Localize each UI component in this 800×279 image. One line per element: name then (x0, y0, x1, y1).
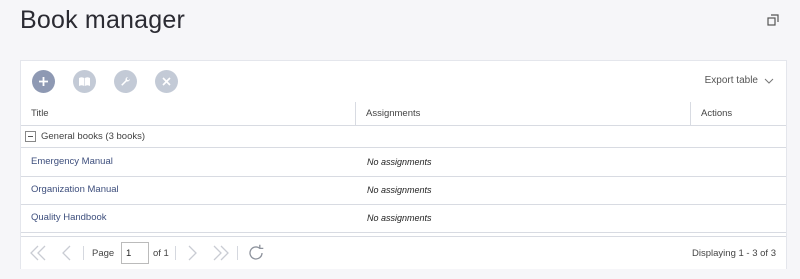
add-book-button[interactable] (32, 70, 55, 93)
close-icon (162, 77, 171, 86)
toolbar: Export table (21, 61, 786, 101)
page-label: Page (92, 248, 115, 259)
group-row-general-books: General books (3 books) (21, 126, 786, 148)
delete-button[interactable] (155, 70, 178, 93)
settings-button[interactable] (114, 70, 137, 93)
page-title: Book manager (20, 6, 185, 34)
last-page-icon[interactable] (212, 244, 230, 262)
book-title-link[interactable]: Organization Manual (31, 177, 119, 203)
previous-page-icon[interactable] (58, 244, 76, 262)
export-table-label: Export table (704, 75, 758, 86)
page-count-label: of 1 (153, 248, 169, 259)
pager-separator (237, 246, 238, 260)
displaying-count: Displaying 1 - 3 of 3 (692, 248, 776, 259)
book-grid-panel: Export table Title Assignments Actions G… (20, 60, 787, 269)
books-button[interactable] (73, 70, 96, 93)
grid-header: Title Assignments Actions (21, 102, 786, 126)
books-icon (79, 77, 90, 86)
pagination-bar: Page of 1 Displaying 1 - 3 of 3 (21, 236, 786, 269)
export-table-button[interactable]: Export table (705, 75, 774, 86)
expand-window-icon[interactable] (767, 14, 779, 26)
assignments-cell: No assignments (367, 185, 432, 195)
book-title-link[interactable]: Emergency Manual (31, 149, 113, 175)
table-row[interactable]: Quality Handbook No assignments (21, 205, 786, 233)
assignments-cell: No assignments (367, 157, 432, 167)
collapse-toggle-icon[interactable] (25, 131, 36, 142)
plus-icon (39, 77, 48, 86)
book-title-link[interactable]: Quality Handbook (31, 205, 107, 231)
column-header-title[interactable]: Title (21, 102, 356, 126)
first-page-icon[interactable] (29, 244, 47, 262)
page-number-input[interactable] (121, 242, 149, 264)
table-row[interactable]: Emergency Manual No assignments (21, 149, 786, 177)
group-label: General books (3 books) (41, 131, 146, 142)
wrench-icon (121, 76, 131, 86)
chevron-down-icon (764, 78, 774, 84)
assignments-cell: No assignments (367, 213, 432, 223)
next-page-icon[interactable] (183, 244, 201, 262)
pager-separator (83, 246, 84, 260)
column-header-actions[interactable]: Actions (691, 102, 788, 126)
column-header-assignments[interactable]: Assignments (356, 102, 691, 126)
refresh-icon[interactable] (247, 244, 265, 262)
pager-separator (175, 246, 176, 260)
table-row[interactable]: Organization Manual No assignments (21, 177, 786, 205)
